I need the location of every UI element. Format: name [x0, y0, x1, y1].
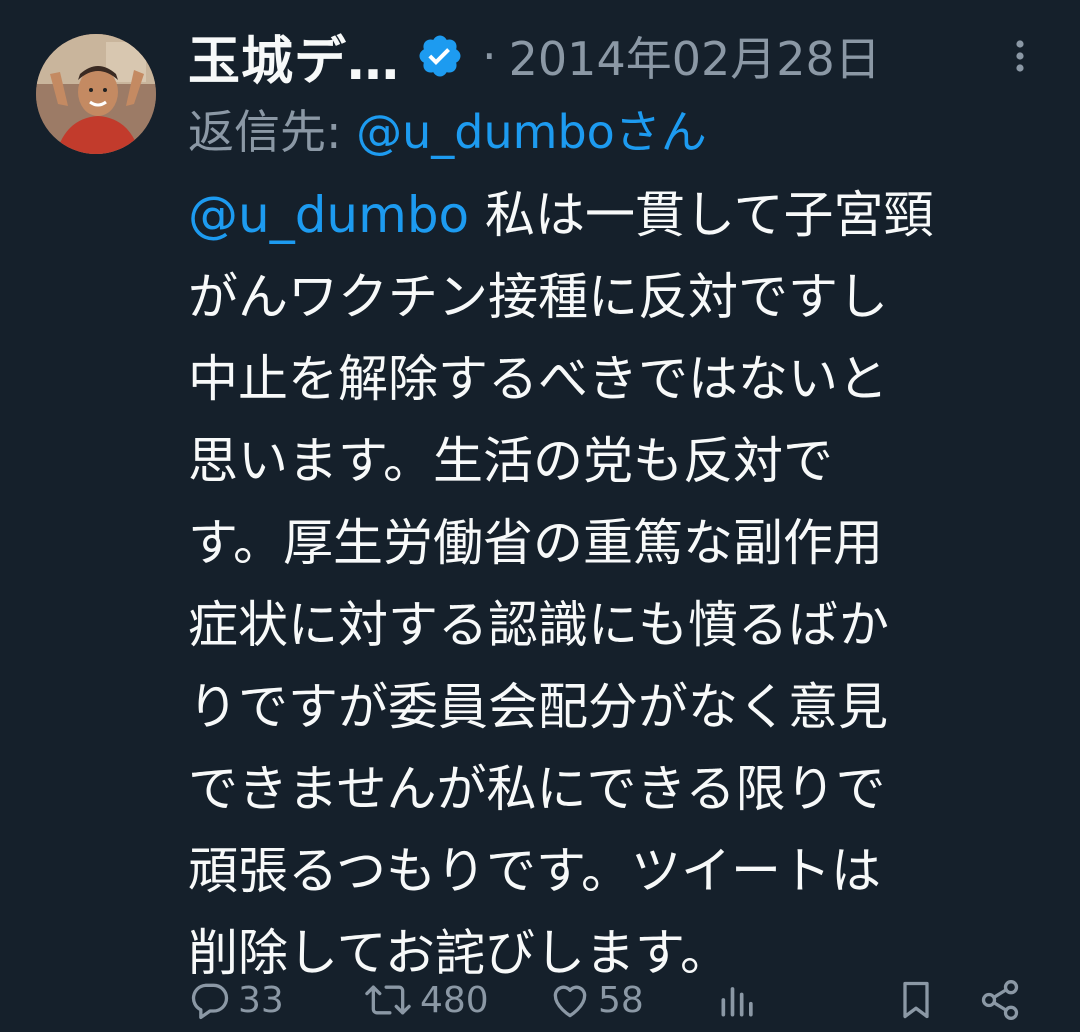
tweet-card[interactable]: 玉城デ… · 2014年02月28日 返信先: @u_dumboさん @u_du…	[0, 0, 1080, 1032]
reply-button[interactable]: 33	[188, 970, 284, 1030]
verified-badge-icon	[416, 32, 464, 80]
retweet-icon	[365, 985, 411, 1015]
tweet-text-line: 中止を解除するべきではないと	[188, 350, 888, 408]
reply-handle-link[interactable]: @u_dumboさん	[356, 105, 707, 159]
tweet-actions: 33 480 58	[0, 970, 1080, 1030]
tweet-date[interactable]: 2014年02月28日	[509, 23, 881, 89]
tweet-text-segment: 私は一貫して子宮頸	[469, 186, 934, 244]
tweet-text-line: す。厚生労働省の重篤な副作用	[188, 514, 883, 572]
like-count: 58	[598, 979, 644, 1021]
retweet-button[interactable]: 480	[362, 970, 489, 1030]
share-icon	[981, 980, 1019, 1020]
tweet-text-line: 思います。生活の党も反対で	[188, 432, 833, 490]
bookmark-button[interactable]	[894, 970, 938, 1030]
bookmark-icon	[903, 981, 929, 1019]
reply-icon	[191, 983, 229, 1020]
tweet-text-line: @u_dumbo 私は一貫して子宮頸	[188, 174, 1008, 256]
share-button[interactable]	[978, 970, 1022, 1030]
views-button[interactable]	[716, 970, 760, 1030]
tweet-text: @u_dumbo 私は一貫して子宮頸 がんワクチン接種に反対ですし 中止を解除す…	[188, 174, 1008, 994]
tweet-text-line: がんワクチン接種に反対ですし	[188, 268, 888, 326]
tweet-text-line: できませんが私にできる限りで	[188, 760, 886, 818]
reply-context: 返信先: @u_dumboさん	[188, 96, 707, 162]
avatar-photo	[36, 34, 156, 154]
retweet-count: 480	[420, 979, 489, 1021]
reply-count: 33	[238, 979, 284, 1021]
mention-link[interactable]: @u_dumbo	[188, 186, 469, 244]
avatar[interactable]	[36, 34, 156, 154]
tweet-text-line: りですが委員会配分がなく意見	[188, 678, 888, 736]
like-button[interactable]: 58	[548, 970, 644, 1030]
tweet-header: 玉城デ… · 2014年02月28日	[188, 18, 881, 94]
reply-label: 返信先:	[188, 105, 357, 159]
more-icon[interactable]	[1000, 36, 1040, 76]
views-icon	[721, 987, 753, 1017]
author-name[interactable]: 玉城デ…	[188, 19, 400, 94]
tweet-text-line: 症状に対する認識にも憤るばか	[188, 596, 889, 654]
tweet-text-line: 頑張るつもりです。ツイートは	[188, 842, 881, 900]
meta-separator: ·	[482, 29, 497, 83]
like-icon	[553, 985, 587, 1018]
